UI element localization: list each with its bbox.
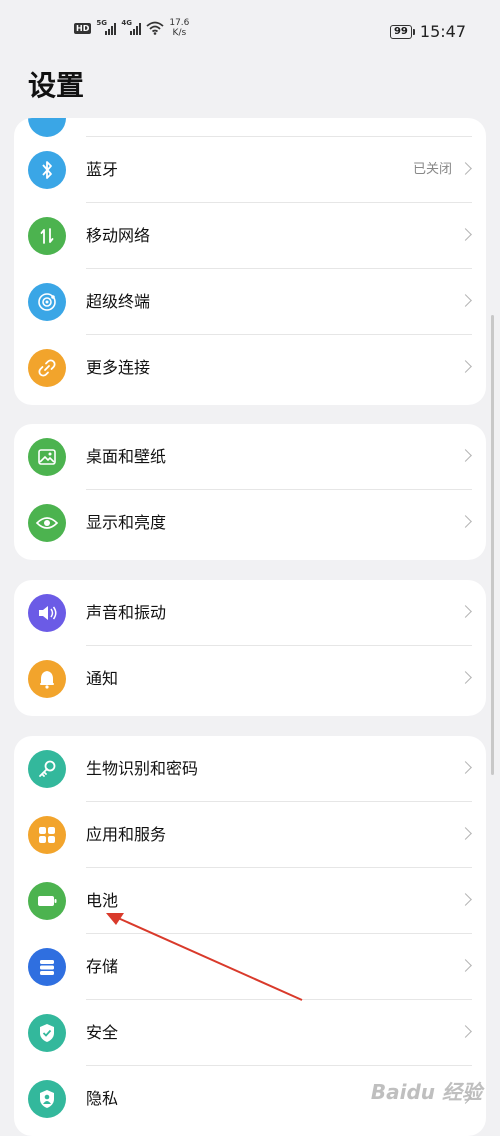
chevron-right-icon xyxy=(459,761,472,774)
row-label: 生物识别和密码 xyxy=(86,759,199,778)
row-label: 电池 xyxy=(86,891,119,910)
status-left: HD 5G 4G 17.6 K/s xyxy=(74,18,189,38)
settings-row-biometrics-password[interactable]: 生物识别和密码 xyxy=(14,736,486,802)
clock: 15:47 xyxy=(419,22,466,41)
battery-indicator: 99 xyxy=(389,24,415,39)
settings-row-super-device[interactable]: 超级终端 xyxy=(14,269,486,335)
settings-group-connectivity: 蓝牙 已关闭 移动网络 超级终端 更多连接 xyxy=(14,118,486,405)
signal-5g-icon: 5G xyxy=(96,19,117,35)
chevron-right-icon xyxy=(459,959,472,972)
privacy-icon xyxy=(28,1080,66,1118)
hd-voice-badge: HD xyxy=(74,22,92,34)
settings-row-notifications[interactable]: 通知 xyxy=(14,646,486,712)
chevron-right-icon xyxy=(459,360,472,373)
settings-row-mobile-network[interactable]: 移动网络 xyxy=(14,203,486,269)
settings-row-apps-services[interactable]: 应用和服务 xyxy=(14,802,486,868)
bell-icon xyxy=(28,660,66,698)
row-value: 已关闭 xyxy=(412,162,452,177)
row-label: 移动网络 xyxy=(86,226,151,245)
chevron-right-icon xyxy=(459,449,472,462)
row-label: 桌面和壁纸 xyxy=(86,447,167,466)
row-label: 蓝牙 xyxy=(86,160,119,179)
row-label: 声音和振动 xyxy=(86,603,167,622)
settings-row-more-connections[interactable]: 更多连接 xyxy=(14,335,486,401)
battery-icon xyxy=(28,882,66,920)
row-label: 应用和服务 xyxy=(86,825,167,844)
settings-group-display: 桌面和壁纸 显示和亮度 xyxy=(14,424,486,560)
row-label: 显示和亮度 xyxy=(86,513,167,532)
chevron-right-icon xyxy=(459,827,472,840)
settings-row-wallpaper[interactable]: 桌面和壁纸 xyxy=(14,424,486,490)
settings-row-bluetooth[interactable]: 蓝牙 已关闭 xyxy=(14,137,486,203)
settings-row-battery[interactable]: 电池 xyxy=(14,868,486,934)
chevron-right-icon xyxy=(459,162,472,175)
storage-icon xyxy=(28,948,66,986)
link-icon xyxy=(28,349,66,387)
key-icon xyxy=(28,750,66,788)
shield-check-icon xyxy=(28,1014,66,1052)
watermark-logo: Baidu 经验 xyxy=(370,1080,482,1104)
status-bar: HD 5G 4G 17.6 K/s 99 15:47 xyxy=(0,0,500,64)
row-label: 安全 xyxy=(86,1023,119,1042)
row-label: 存储 xyxy=(86,957,119,976)
row-label: 更多连接 xyxy=(86,358,151,377)
scrollbar[interactable] xyxy=(491,315,494,775)
bluetooth-icon xyxy=(28,151,66,189)
speed-value: 17.6 xyxy=(169,18,190,28)
status-right: 99 15:47 xyxy=(389,22,466,41)
speed-unit: K/s xyxy=(172,28,187,38)
signal-4g-icon: 4G xyxy=(121,19,142,35)
wallpaper-icon xyxy=(28,438,66,476)
chevron-right-icon xyxy=(459,893,472,906)
page-title: 设置 xyxy=(28,69,85,102)
wifi-icon xyxy=(146,21,164,35)
settings-row-display-brightness[interactable]: 显示和亮度 xyxy=(14,490,486,556)
chevron-right-icon xyxy=(459,294,472,307)
settings-group-sound: 声音和振动 通知 xyxy=(14,580,486,716)
chevron-right-icon xyxy=(459,228,472,241)
apps-icon xyxy=(28,816,66,854)
network-speed: 17.6 K/s xyxy=(169,18,189,38)
mobile-data-icon xyxy=(28,217,66,255)
chevron-right-icon xyxy=(459,515,472,528)
eye-icon xyxy=(28,504,66,542)
speaker-icon xyxy=(28,594,66,632)
row-label: 超级终端 xyxy=(86,292,151,311)
settings-row-sound-vibration[interactable]: 声音和振动 xyxy=(14,580,486,646)
row-label: 隐私 xyxy=(86,1089,119,1108)
chevron-right-icon xyxy=(459,1025,472,1038)
chevron-right-icon xyxy=(459,605,472,618)
chevron-right-icon xyxy=(459,671,472,684)
settings-row-security[interactable]: 安全 xyxy=(14,1000,486,1066)
settings-row-storage[interactable]: 存储 xyxy=(14,934,486,1000)
row-label: 通知 xyxy=(86,669,119,688)
scrolled-off-row xyxy=(14,118,486,137)
partial-icon xyxy=(28,118,66,137)
super-device-icon xyxy=(28,283,66,321)
